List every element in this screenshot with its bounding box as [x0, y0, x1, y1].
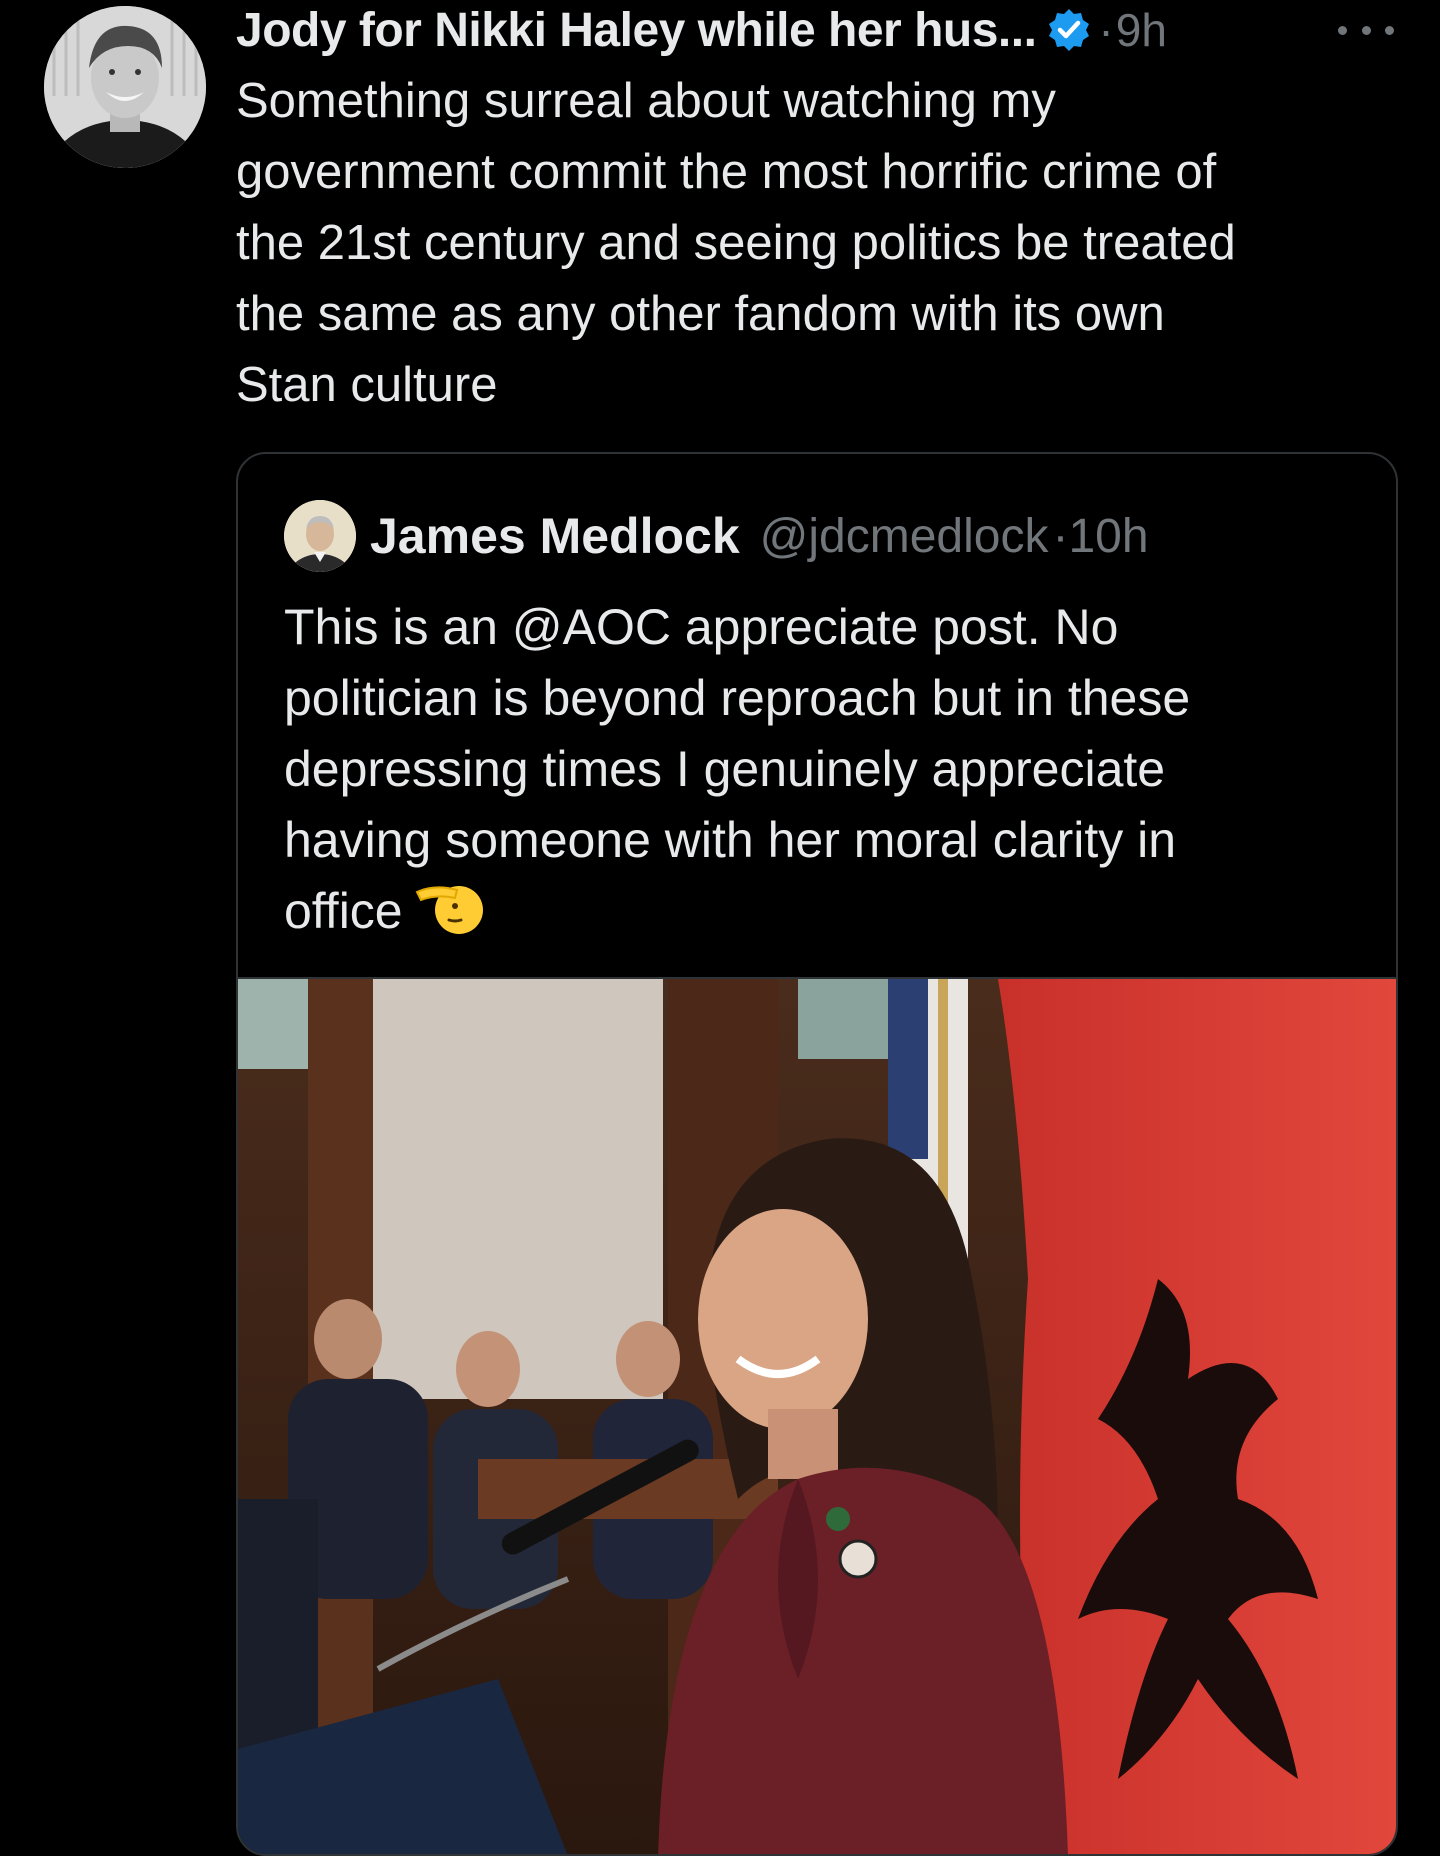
photo-image	[238, 979, 1396, 1854]
quoted-tweet-header: James Medlock @jdcmedlock · 10h	[284, 500, 1149, 572]
quoted-author-handle[interactable]: @jdcmedlock	[760, 509, 1049, 564]
quoted-author-name[interactable]: James Medlock	[370, 507, 740, 565]
quoted-author-avatar-image	[284, 500, 356, 572]
quoted-author-avatar[interactable]	[284, 500, 356, 572]
more-options-icon[interactable]	[1338, 16, 1394, 44]
more-dot	[1361, 25, 1371, 35]
quoted-tweet-text: This is an @AOC appreciate post. No poli…	[284, 592, 1364, 947]
tweet-header: Jody for Nikki Haley while her hus... · …	[236, 2, 1167, 58]
verified-badge-icon[interactable]	[1046, 7, 1092, 53]
more-dot	[1385, 25, 1394, 35]
tweet-timestamp[interactable]: 9h	[1116, 3, 1167, 57]
meta-separator: ·	[1098, 4, 1114, 56]
author-display-name[interactable]: Jody for Nikki Haley while her hus...	[236, 3, 1037, 58]
quoted-meta-separator: ·	[1052, 509, 1069, 563]
saluting-face-emoji	[415, 886, 483, 934]
author-avatar[interactable]	[44, 6, 206, 168]
author-avatar-image	[44, 6, 206, 168]
quoted-tweet-photo[interactable]	[238, 977, 1396, 1854]
more-dot	[1338, 25, 1347, 35]
tweet-text: Something surreal about watching my gove…	[236, 74, 1236, 412]
quoted-tweet-card[interactable]: James Medlock @jdcmedlock · 10h This is …	[236, 452, 1398, 1856]
quoted-tweet-timestamp[interactable]: 10h	[1068, 509, 1148, 564]
